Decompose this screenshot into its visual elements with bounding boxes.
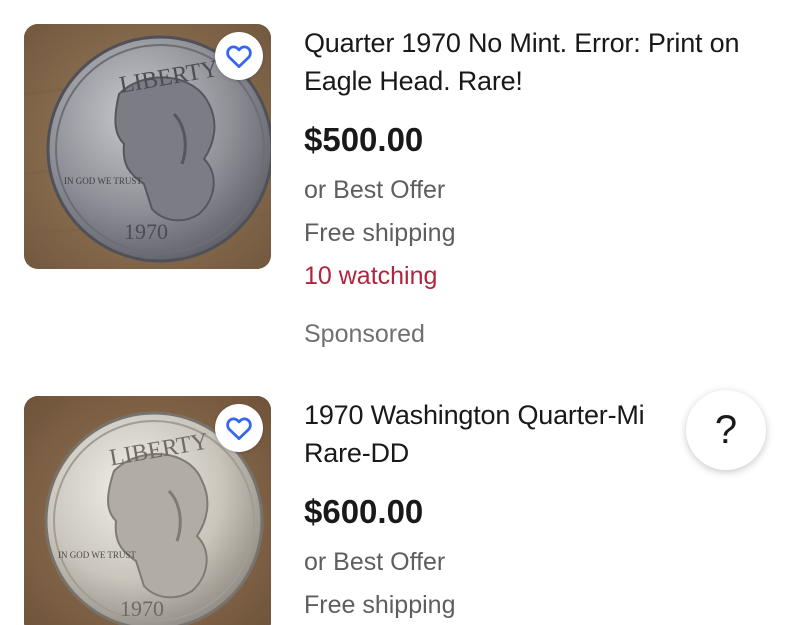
shipping-label: Free shipping [304,219,456,247]
help-button[interactable]: ? [686,390,766,470]
listing-price: $500.00 [304,121,424,158]
listing-card[interactable]: LIBERTY IN GOD WE TRUST 1970 Quarter 197… [0,0,800,372]
heart-outline-icon [226,45,252,68]
coin-motto: IN GOD WE TRUST [64,176,142,186]
listing-title[interactable]: Quarter 1970 No Mint. Error: Print on Ea… [304,24,774,100]
help-icon: ? [714,407,738,452]
watchlist-heart-button[interactable] [215,32,263,80]
coin-year: 1970 [120,596,164,621]
heart-outline-icon [226,417,252,440]
sponsored-label: Sponsored [304,320,425,348]
watching-count: 10 watching [304,262,438,290]
search-results: LIBERTY IN GOD WE TRUST 1970 Quarter 197… [0,0,800,625]
coin-motto: IN GOD WE TRUST [58,550,136,560]
watchlist-heart-button[interactable] [215,404,263,452]
listing-image[interactable]: LIBERTY IN GOD WE TRUST 1970 [24,24,271,269]
coin-year: 1970 [124,219,168,244]
listing-image[interactable]: LIBERTY IN GOD WE TRUST 1970 [24,396,271,625]
best-offer-label: or Best Offer [304,176,446,204]
listing-price: $600.00 [304,493,424,530]
listing-title[interactable]: 1970 Washington Quarter-Mi Rare-DD [304,396,709,472]
listing-card[interactable]: LIBERTY IN GOD WE TRUST 1970 1970 Washin… [0,372,800,625]
best-offer-label: or Best Offer [304,548,446,576]
shipping-label: Free shipping [304,591,456,619]
